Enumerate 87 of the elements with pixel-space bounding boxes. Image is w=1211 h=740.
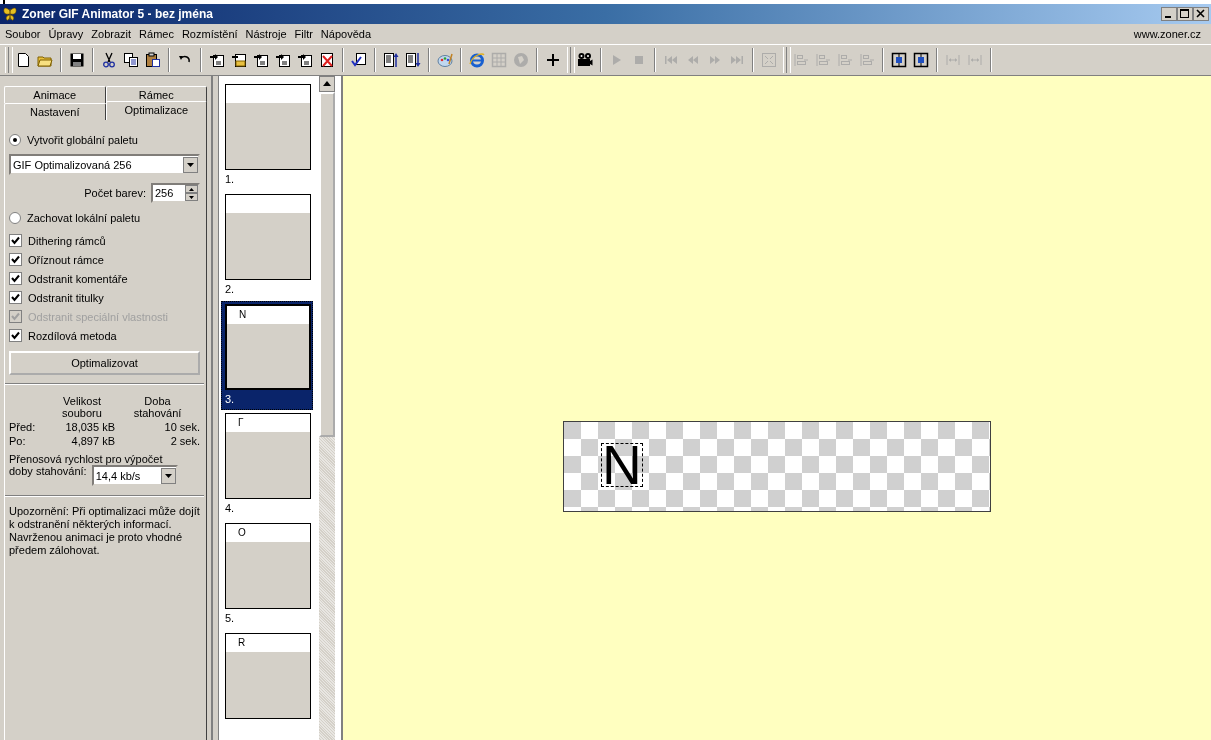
optimize-button[interactable]: Optimalizovat [9, 351, 200, 375]
page-arrow-icon[interactable] [209, 52, 225, 68]
minimize-icon[interactable] [1161, 7, 1177, 21]
column-header: Velikost souboru [61, 395, 103, 419]
page-arrow-icon[interactable] [275, 52, 291, 68]
spin-field[interactable]: 256 [151, 183, 200, 203]
frame-number: 1. [225, 173, 236, 185]
tab[interactable]: Animace [4, 86, 106, 103]
close-icon[interactable] [1193, 7, 1209, 21]
frame-item[interactable]: Γ 4. [221, 410, 313, 521]
warning-text: Upozornění: Při optimalizaci může dojít k odstranění některých informací. Navrženou animaci je proto vhodné předem zálohovat. [9, 505, 200, 557]
table-cell-text: 10 sek. [163, 421, 200, 433]
field-label: Přenosová rychlost pro výpočet [9, 453, 163, 465]
frame-letter: N [602, 444, 642, 486]
scrollbar[interactable] [319, 76, 335, 740]
menu-item[interactable]: Zobrazit [91, 28, 132, 40]
row-label: Po: [9, 435, 27, 447]
radio-label[interactable]: Zachovat lokální paletu [27, 211, 141, 224]
row-label: Před: [9, 421, 37, 433]
menu-item[interactable]: Nápověda [320, 28, 371, 40]
thumbnail-letter: N [239, 308, 247, 321]
clipboard-icon[interactable] [145, 52, 161, 68]
dropdown-field[interactable]: GIF Optimalizovaná 256 [9, 154, 200, 175]
field-label: Počet barev: [84, 187, 146, 199]
checkbox[interactable] [9, 329, 22, 342]
page-arrow-icon[interactable] [253, 52, 269, 68]
table-cell-text: 18,035 kB [64, 421, 115, 433]
plus-icon[interactable] [545, 52, 561, 68]
frame-number: 4. [225, 502, 236, 515]
table-cell-text: 2 sek. [169, 435, 200, 447]
thumbnail-letter: O [238, 527, 246, 540]
cursor-mark [3, 0, 5, 4]
column-header: Doba stahování [132, 395, 183, 419]
tab[interactable]: Nastavení [4, 103, 106, 120]
list-down-icon[interactable] [405, 52, 421, 68]
frame-item[interactable]: 1. [221, 81, 313, 191]
menu-item[interactable]: Soubor [5, 28, 41, 40]
checkbox-label[interactable]: Rozdílová metoda [28, 329, 117, 342]
frame-number: 3. [225, 392, 236, 405]
radio-label[interactable]: Vytvořit globální paletu [27, 133, 138, 146]
page-folder-icon[interactable] [231, 52, 247, 68]
palette-icon[interactable] [437, 52, 453, 68]
spin-arrows-icon[interactable] [185, 185, 198, 201]
checkbox[interactable] [9, 272, 22, 285]
menu-item[interactable]: Rozmístění [181, 28, 238, 40]
radio-button[interactable] [9, 211, 21, 224]
center-icon[interactable] [891, 52, 907, 68]
frame-item[interactable]: O 5. [221, 520, 313, 631]
website-link[interactable]: www.zoner.cz [1133, 28, 1201, 40]
tab[interactable]: Optimalizace [105, 101, 207, 120]
page-delete-icon[interactable] [319, 52, 335, 68]
menu-item[interactable]: Nástroje [245, 28, 287, 40]
page-icon[interactable] [15, 52, 31, 68]
checkbox-label[interactable]: Oříznout rámce [28, 253, 104, 266]
dropdown-field[interactable]: 14,4 kb/s [91, 465, 178, 486]
checkbox[interactable] [9, 234, 22, 247]
frame-number: 5. [225, 612, 236, 625]
copy-icon[interactable] [123, 52, 139, 68]
checkbox-label[interactable]: Odstranit komentáře [28, 272, 128, 285]
frame-item[interactable]: 2. [221, 190, 313, 301]
thumbnail-letter: R [238, 637, 246, 650]
scissors-icon[interactable] [101, 52, 117, 68]
maximize-icon[interactable] [1177, 7, 1193, 21]
field-label: doby stahování: [9, 465, 87, 477]
frame-item[interactable]: N 3. [221, 300, 313, 411]
thumbnail-letter: Γ [238, 417, 244, 430]
checked-page-icon[interactable] [351, 52, 367, 68]
checkbox-label[interactable]: Odstranit titulky [28, 291, 104, 304]
checkbox-label[interactable]: Dithering rámců [28, 234, 106, 247]
menu-item[interactable]: Rámec [139, 28, 174, 40]
radio-button[interactable] [9, 133, 21, 146]
browser-icon[interactable] [469, 52, 485, 68]
page-arrow-icon[interactable] [297, 52, 313, 68]
frame-number: 2. [225, 282, 236, 295]
window-title: Zoner GIF Animator 5 - bez jména [22, 7, 214, 21]
center-icon[interactable] [913, 52, 929, 68]
table-cell-text: 4,897 kB [70, 435, 115, 447]
butterfly-icon [2, 6, 18, 22]
menu-item[interactable]: Filtr [294, 28, 313, 40]
menu-item[interactable]: Úpravy [48, 28, 84, 40]
list-up-icon[interactable] [383, 52, 399, 68]
checkbox[interactable] [9, 253, 22, 266]
scroll-thumb[interactable] [319, 92, 335, 437]
frame-item[interactable]: R [221, 630, 313, 740]
checkbox[interactable] [9, 291, 22, 304]
scroll-up-icon[interactable] [319, 76, 335, 92]
film-projector-icon[interactable] [577, 52, 593, 68]
